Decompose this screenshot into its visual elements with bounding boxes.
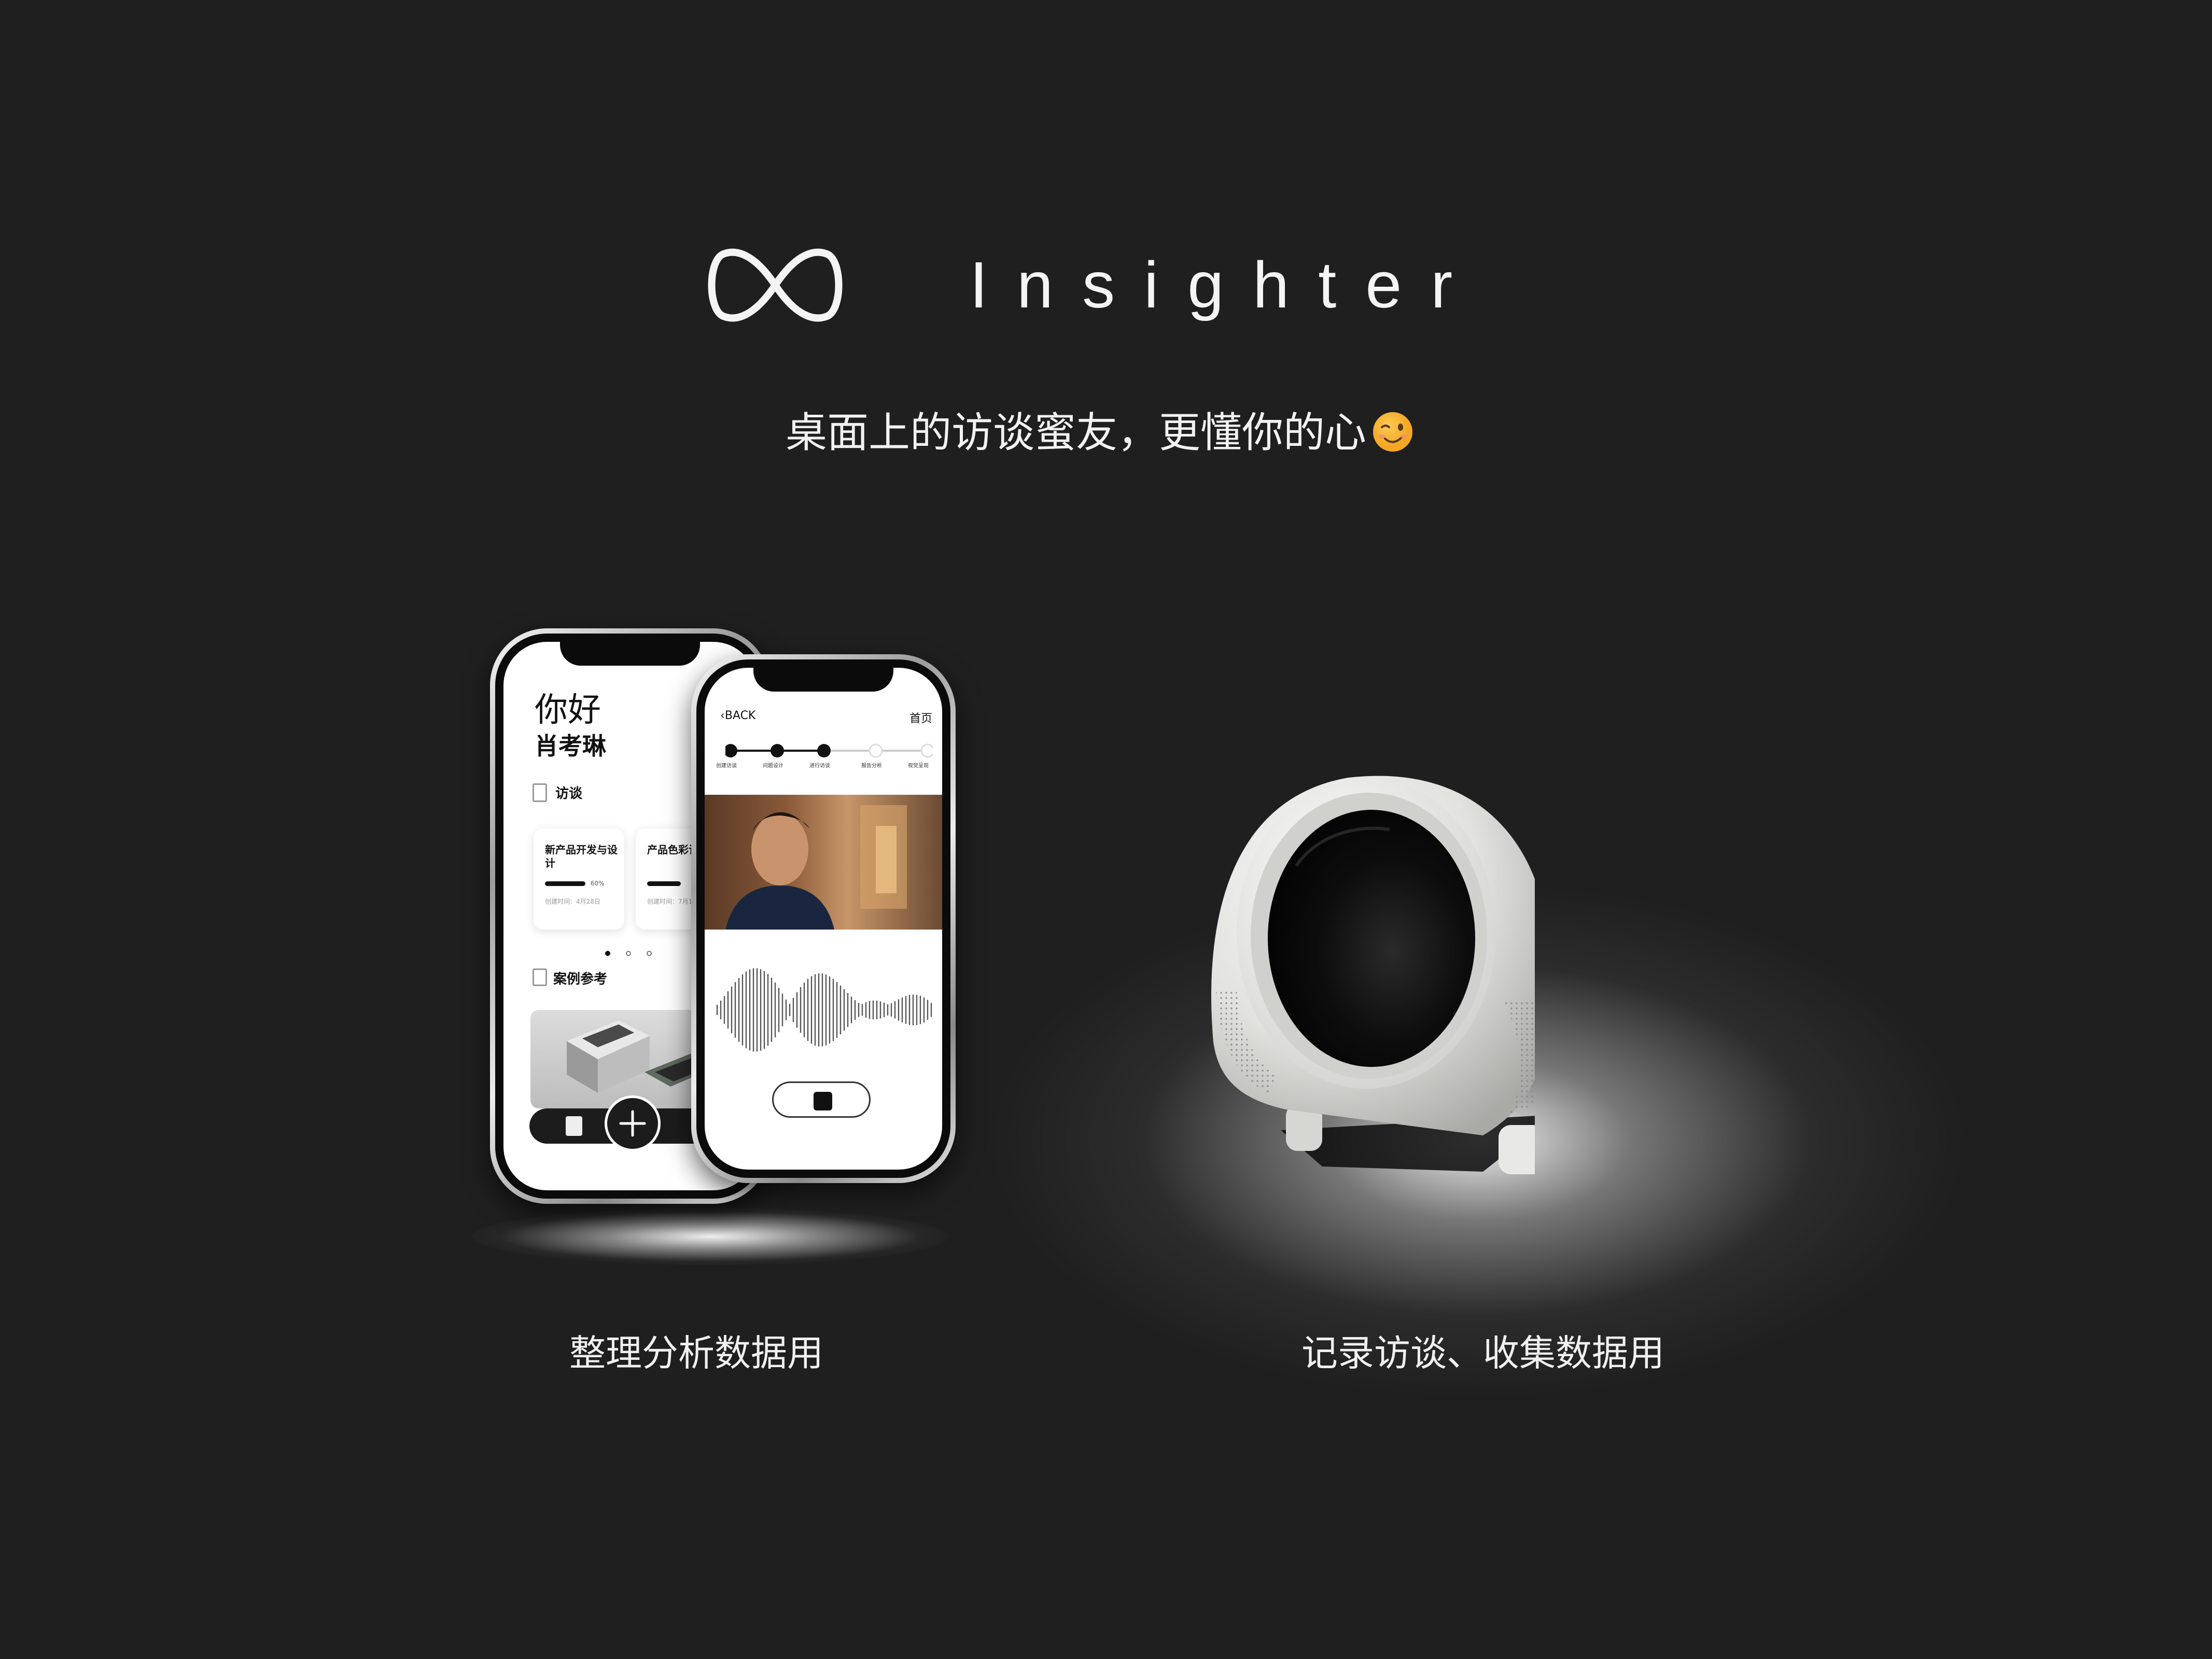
step-dot-pending <box>869 743 883 758</box>
interview-video[interactable] <box>705 795 942 930</box>
pager-dot-active[interactable] <box>605 951 610 956</box>
interview-card-date: 创建时间：4月28日 <box>545 898 600 905</box>
stop-recording-button[interactable] <box>772 1081 871 1118</box>
tagline-text: 桌面上的访谈蜜友，更懂你的心 <box>786 409 1366 457</box>
interview-card[interactable]: 新产品开发与设计 60% 创建时间：4月28日 <box>534 828 624 930</box>
step-label: 报告分析 <box>861 763 882 769</box>
stop-icon <box>814 1092 832 1110</box>
brand-name: Insighter <box>970 248 1482 321</box>
step-label: 进行访谈 <box>809 763 830 769</box>
back-button[interactable]: ‹BACK <box>720 709 755 722</box>
interview-section-icon <box>533 783 547 802</box>
phone-floor-shadow <box>472 1208 949 1265</box>
step-dot-done <box>771 744 784 757</box>
back-button-label: BACK <box>724 709 756 722</box>
interview-card-title: 新产品开发与设计 <box>545 843 618 869</box>
plus-icon <box>619 1110 646 1137</box>
device-caption: 记录访谈、收集数据用 <box>1301 1332 1664 1374</box>
interview-card-progress-label: 60% <box>591 880 605 887</box>
phone-notch <box>560 642 700 666</box>
audio-waveform <box>716 968 932 1052</box>
winking-face-emoji <box>1373 412 1412 452</box>
step-label: 创建访谈 <box>716 763 737 769</box>
tagline: 桌面上的访谈蜜友，更懂你的心 <box>786 404 1414 461</box>
user-name: 肖考琳 <box>535 732 606 760</box>
step-label: 视觉呈现 <box>908 763 929 769</box>
greeting-heading: 你好 <box>535 691 601 729</box>
interview-card-progress-bar <box>647 881 681 886</box>
infinity-logo-icon <box>708 248 843 322</box>
add-interview-button[interactable] <box>605 1095 661 1151</box>
pager-dot[interactable] <box>626 951 631 956</box>
home-link[interactable]: 首页 <box>909 709 932 726</box>
recording-device-image <box>1211 776 1535 1174</box>
progress-stepper <box>725 743 933 758</box>
step-dot-pending <box>920 743 933 758</box>
case-section-icon <box>533 968 547 986</box>
phone-notch <box>753 668 893 692</box>
case-section-title: 案例参考 <box>553 972 608 987</box>
phone-interview-screen: ‹BACK 首页 创建访谈 问题设计 进行访谈 报告分析 视觉呈现 <box>691 654 956 1183</box>
chevron-left-icon: ‹ <box>720 709 725 722</box>
document-tab-icon[interactable] <box>566 1116 582 1136</box>
interview-card-progress-bar <box>545 881 585 886</box>
step-label: 问题设计 <box>763 763 783 769</box>
step-dot-current <box>817 744 831 757</box>
pager-dot[interactable] <box>647 951 652 956</box>
interview-section-title: 访谈 <box>555 786 583 802</box>
app-caption: 整理分析数据用 <box>569 1332 823 1374</box>
step-dot-done <box>725 744 737 757</box>
